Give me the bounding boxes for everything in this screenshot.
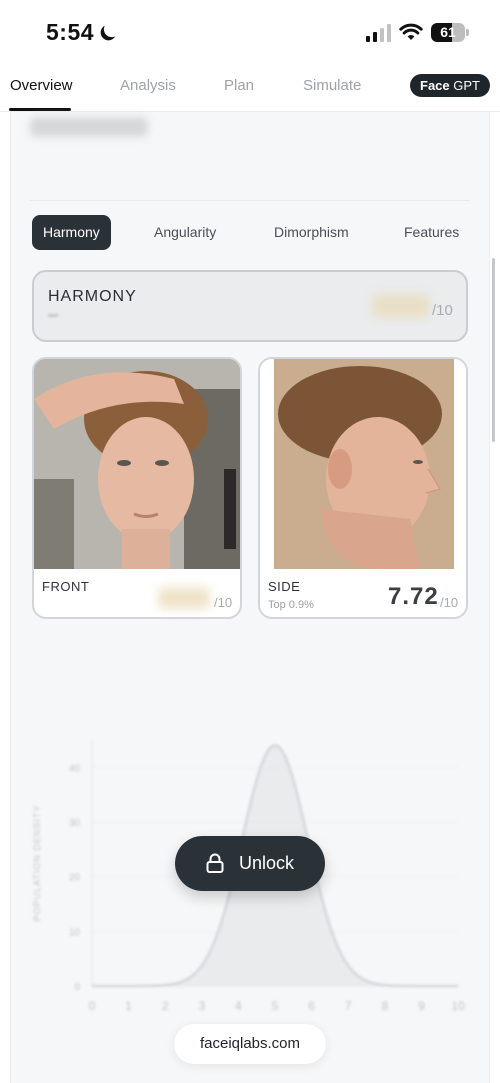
tab-plan[interactable]: Plan [224,77,254,94]
category-dimorphism[interactable]: Dimorphism [274,215,349,250]
tab-simulate[interactable]: Simulate [303,77,361,94]
unlock-label: Unlock [239,853,295,873]
x-tick-label: 5 [272,999,279,1013]
side-score-max: /10 [440,595,459,610]
front-face-photo [34,359,240,569]
y-tick-label: 10 [69,927,81,938]
lock-icon [206,853,224,873]
front-score-blurred [158,587,210,609]
side-score: 7.72 [388,583,439,610]
x-tick-label: 9 [418,999,425,1013]
y-tick-label: 0 [74,982,80,993]
blurred-heading [30,117,148,137]
tab-overview[interactable]: Overview [10,77,73,94]
side-label: SIDE [268,579,301,594]
x-tick-label: 6 [308,999,315,1013]
harmony-score-max: /10 [432,302,453,319]
x-tick-label: 4 [235,999,242,1013]
category-harmony[interactable]: Harmony [32,215,111,250]
battery-icon: 61 [431,23,469,42]
y-tick-label: 40 [69,763,81,774]
divider [30,200,470,201]
x-tick-label: 10 [451,999,465,1013]
top-tab-bar: Overview Analysis Plan Simulate Face GPT [0,62,500,112]
category-angularity[interactable]: Angularity [154,215,216,250]
harmony-label: HARMONY [48,288,137,305]
x-tick-label: 0 [89,999,96,1013]
unlock-button[interactable]: Unlock [175,836,325,891]
side-photo-card[interactable]: SIDE Top 0.9% 7.72 /10 [258,357,468,619]
wifi-icon [399,23,423,40]
signal-icon [366,24,391,42]
front-photo-card[interactable]: FRONT /10 [32,357,242,619]
status-bar: 5:54 61 [0,0,500,62]
face-gpt-regular: GPT [453,78,480,93]
face-gpt-button[interactable]: Face GPT [410,74,490,97]
x-tick-label: 8 [381,999,388,1013]
url-pill[interactable]: faceiqlabs.com [174,1024,326,1064]
harmony-score-card[interactable]: HARMONY /10 [32,270,468,342]
front-label: FRONT [42,579,90,594]
y-tick-label: 30 [69,818,81,829]
y-tick-label: 20 [69,873,81,884]
active-tab-indicator [9,108,71,111]
y-axis-label: POPULATION DENSITY [32,805,42,922]
harmony-score-blurred [372,294,430,318]
moon-icon [100,25,116,41]
x-tick-label: 7 [345,999,352,1013]
battery-level: 61 [440,24,456,40]
x-tick-label: 1 [125,999,132,1013]
side-percentile: Top 0.9% [268,599,314,611]
face-gpt-bold: Face [420,78,450,93]
front-score-max: /10 [214,595,233,610]
status-time: 5:54 [46,19,95,45]
x-tick-label: 2 [162,999,169,1013]
side-face-photo [260,359,466,569]
scrollbar[interactable] [492,258,495,442]
harmony-sub-blurred [48,314,58,317]
category-features[interactable]: Features [404,215,459,250]
x-tick-label: 3 [198,999,205,1013]
tab-analysis[interactable]: Analysis [120,77,176,94]
